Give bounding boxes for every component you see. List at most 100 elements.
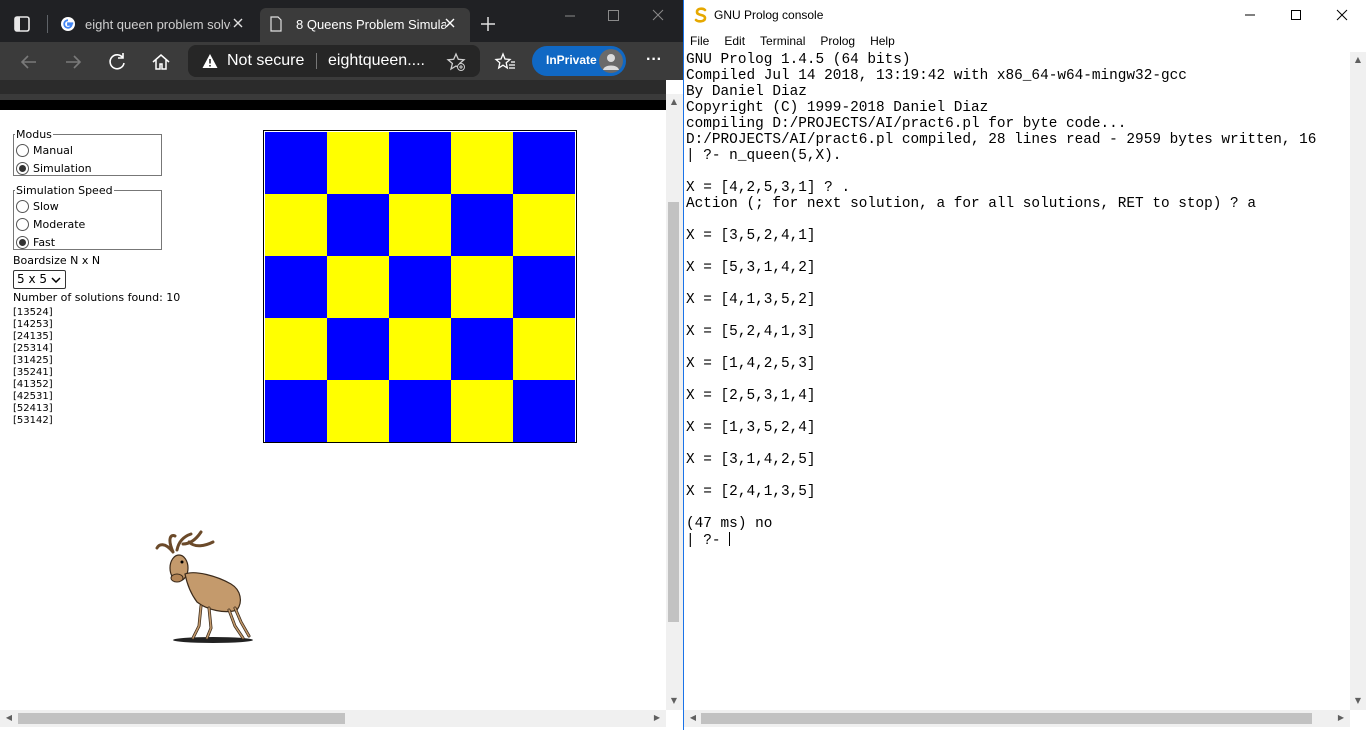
maximize-icon[interactable] — [603, 8, 623, 24]
browser-window: eight queen problem solver 8 Queens Prob… — [0, 0, 683, 730]
radio-label: Moderate — [33, 217, 86, 231]
board-square[interactable] — [451, 132, 513, 194]
menu-prolog[interactable]: Prolog — [820, 34, 855, 48]
modus-fieldset: Modus Manual Simulation — [13, 128, 162, 176]
board-square[interactable] — [327, 380, 389, 442]
radio-button[interactable] — [16, 143, 29, 157]
moose-animation-image — [155, 530, 253, 643]
tab-google-search[interactable]: eight queen problem solver — [52, 8, 258, 42]
console-vertical-scrollbar[interactable]: ▲ ▼ — [1350, 52, 1366, 710]
board-square[interactable] — [513, 380, 575, 442]
board-square[interactable] — [265, 194, 327, 256]
favorites-icon[interactable] — [494, 51, 516, 73]
address-bar[interactable]: Not secure eightqueen.... — [188, 45, 480, 77]
maximize-icon[interactable] — [1288, 7, 1304, 23]
scroll-right-icon[interactable]: ▶ — [652, 713, 662, 723]
refresh-icon[interactable] — [106, 51, 128, 73]
boardsize-value: 5 x 5 — [17, 272, 47, 286]
board-square[interactable] — [327, 318, 389, 380]
home-icon[interactable] — [150, 51, 172, 73]
warning-icon[interactable] — [202, 53, 218, 69]
page-header-band — [0, 80, 666, 94]
chess-board — [263, 130, 577, 443]
menu-terminal[interactable]: Terminal — [760, 34, 805, 48]
console-output[interactable]: GNU Prolog 1.4.5 (64 bits) Compiled Jul … — [686, 52, 1348, 710]
page-horizontal-scrollbar[interactable]: ◀ ▶ — [0, 710, 666, 727]
radio-button[interactable] — [16, 199, 29, 213]
board-square[interactable] — [513, 256, 575, 318]
add-favorite-icon[interactable] — [446, 52, 466, 72]
url-text[interactable]: eightqueen.... — [328, 52, 425, 70]
scrollbar-thumb[interactable] — [668, 202, 679, 622]
radio-button[interactable] — [16, 217, 29, 231]
board-square[interactable] — [451, 380, 513, 442]
close-window-icon[interactable] — [1334, 7, 1350, 23]
scroll-down-icon[interactable]: ▼ — [669, 696, 679, 706]
scroll-left-icon[interactable]: ◀ — [688, 713, 698, 723]
forward-arrow-icon[interactable] — [62, 51, 84, 73]
board-square[interactable] — [513, 132, 575, 194]
minimize-icon[interactable] — [1242, 7, 1258, 23]
board-square[interactable] — [451, 194, 513, 256]
menu-file[interactable]: File — [690, 34, 709, 48]
more-options-icon[interactable]: ··· — [642, 51, 666, 71]
back-arrow-icon[interactable] — [18, 51, 40, 73]
text-cursor — [729, 532, 731, 546]
menu-help[interactable]: Help — [870, 34, 895, 48]
scroll-left-icon[interactable]: ◀ — [4, 713, 14, 723]
modus-option-simulation[interactable]: Simulation — [16, 159, 161, 177]
modus-option-manual[interactable]: Manual — [16, 141, 161, 159]
board-square[interactable] — [327, 194, 389, 256]
board-square[interactable] — [451, 256, 513, 318]
close-tab-icon[interactable] — [230, 15, 246, 31]
scrollbar-thumb[interactable] — [701, 713, 1312, 724]
speed-option-moderate[interactable]: Moderate — [16, 215, 161, 233]
board-square[interactable] — [389, 380, 451, 442]
solutions-count-label: Number of solutions found: 10 — [13, 291, 181, 304]
board-square[interactable] — [513, 318, 575, 380]
board-square[interactable] — [265, 380, 327, 442]
board-square[interactable] — [389, 132, 451, 194]
tab-strip: eight queen problem solver 8 Queens Prob… — [0, 0, 683, 42]
close-tab-icon[interactable] — [442, 15, 458, 31]
minimize-icon[interactable] — [560, 8, 580, 24]
radio-button[interactable] — [16, 235, 29, 249]
speed-option-fast[interactable]: Fast — [16, 233, 161, 251]
window-title: GNU Prolog console — [714, 8, 824, 22]
solution-item: [14253] — [13, 319, 53, 330]
tab-separator — [47, 15, 48, 33]
boardsize-label: Boardsize N x N — [13, 254, 101, 267]
board-square[interactable] — [451, 318, 513, 380]
scrollbar-thumb[interactable] — [18, 713, 345, 724]
scroll-right-icon[interactable]: ▶ — [1336, 713, 1346, 723]
console-horizontal-scrollbar[interactable]: ◀ ▶ — [684, 710, 1350, 727]
close-window-icon[interactable] — [648, 8, 668, 24]
board-square[interactable] — [327, 132, 389, 194]
radio-label: Fast — [33, 235, 56, 249]
radio-button[interactable] — [16, 161, 29, 175]
boardsize-select[interactable]: 5 x 5 — [13, 270, 66, 289]
tab-8-queens-simulation[interactable]: 8 Queens Problem Simulation — [260, 8, 470, 42]
scroll-up-icon[interactable]: ▲ — [669, 97, 679, 107]
board-square[interactable] — [265, 256, 327, 318]
solution-item: [53142] — [13, 415, 53, 426]
google-g-icon — [61, 17, 75, 31]
new-tab-icon[interactable] — [479, 15, 497, 33]
speed-legend: Simulation Speed — [16, 184, 113, 197]
board-square[interactable] — [389, 256, 451, 318]
page-vertical-scrollbar[interactable]: ▲ ▼ — [666, 94, 683, 710]
scroll-down-icon[interactable]: ▼ — [1353, 696, 1363, 706]
scroll-up-icon[interactable]: ▲ — [1353, 55, 1363, 65]
tab-actions-icon[interactable] — [10, 12, 34, 36]
board-square[interactable] — [265, 132, 327, 194]
radio-label: Slow — [33, 199, 59, 213]
speed-option-slow[interactable]: Slow — [16, 197, 161, 215]
board-square[interactable] — [389, 194, 451, 256]
menu-edit[interactable]: Edit — [724, 34, 745, 48]
security-label[interactable]: Not secure — [227, 52, 304, 70]
board-square[interactable] — [327, 256, 389, 318]
board-square[interactable] — [389, 318, 451, 380]
board-square[interactable] — [265, 318, 327, 380]
board-square[interactable] — [513, 194, 575, 256]
inprivate-button[interactable]: InPrivate — [532, 46, 626, 76]
